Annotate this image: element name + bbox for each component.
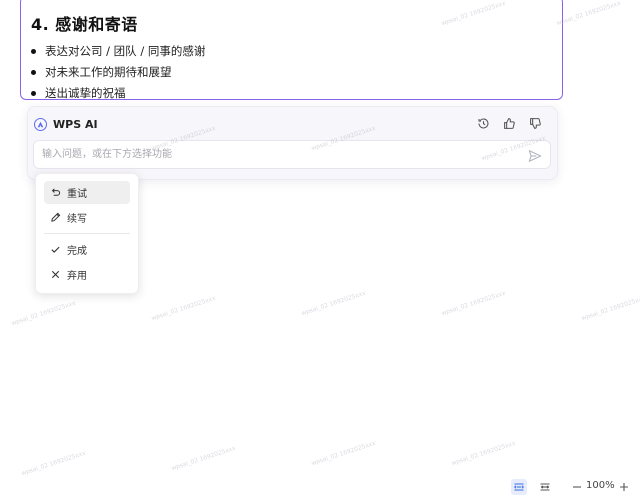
wps-ai-panel: WPS AI [27, 106, 558, 180]
watermark-text: wpsai_02 1692025xxx [170, 444, 237, 473]
list-item: 对未来工作的期待和展望 [31, 64, 562, 85]
watermark-text: wpsai_02 1692025xxx [310, 439, 377, 468]
ai-input-box [33, 140, 551, 169]
ai-panel-title: WPS AI [53, 117, 98, 131]
send-icon[interactable] [528, 148, 542, 162]
check-icon [50, 244, 61, 255]
section-heading: 4. 感谢和寄语 [31, 15, 138, 34]
watermark-text: wpsai_02 1692025xxx [300, 289, 367, 318]
fit-width-icon[interactable] [537, 479, 553, 495]
zoom-in-button[interactable] [618, 479, 630, 495]
watermark-text: wpsai_02 1692025xxx [580, 294, 640, 323]
menu-item-continue-writing[interactable]: 续写 [44, 206, 130, 229]
menu-item-done[interactable]: 完成 [44, 238, 130, 261]
list-item: 送出诚挚的祝福 [31, 85, 562, 106]
document-section: 4. 感谢和寄语 表达对公司 / 团队 / 同事的感谢 对未来工作的期待和展望 … [20, 0, 563, 100]
menu-item-label: 重试 [67, 189, 87, 200]
menu-divider [44, 233, 130, 234]
ai-result-menu: 重试 续写 完成 弃用 [35, 173, 139, 294]
zoom-out-button[interactable] [571, 479, 583, 495]
menu-item-label: 弃用 [67, 271, 87, 282]
zoom-level[interactable]: 100% [586, 480, 615, 491]
watermark-text: wpsai_02 1692025xxx [20, 449, 87, 478]
wps-ai-logo-icon [34, 117, 47, 131]
watermark-text: wpsai_02 1692025xxx [150, 294, 217, 323]
history-icon[interactable] [475, 115, 491, 131]
thumbs-down-icon[interactable] [527, 115, 543, 131]
ai-panel-header: WPS AI [34, 115, 98, 133]
watermark-text: wpsai_02 1692025xxx [555, 0, 622, 28]
watermark-text: wpsai_02 1692025xxx [450, 439, 517, 468]
ai-question-input[interactable] [34, 141, 514, 168]
thumbs-up-icon[interactable] [501, 115, 517, 131]
menu-item-label: 续写 [67, 214, 87, 225]
watermark-text: wpsai_02 1692025xxx [440, 289, 507, 318]
undo-icon [50, 187, 61, 198]
watermark-text: wpsai_02 1692025xxx [10, 299, 77, 328]
list-item: 表达对公司 / 团队 / 同事的感谢 [31, 43, 562, 64]
bullet-list: 表达对公司 / 团队 / 同事的感谢 对未来工作的期待和展望 送出诚挚的祝福 [31, 43, 562, 106]
menu-item-label: 完成 [67, 246, 87, 257]
pencil-icon [50, 212, 61, 223]
page-view-icon[interactable] [511, 479, 527, 495]
status-bar: 100% [0, 476, 640, 496]
menu-item-discard[interactable]: 弃用 [44, 263, 130, 286]
ai-panel-actions [475, 115, 543, 131]
close-icon [50, 269, 61, 280]
menu-item-retry[interactable]: 重试 [44, 181, 130, 204]
